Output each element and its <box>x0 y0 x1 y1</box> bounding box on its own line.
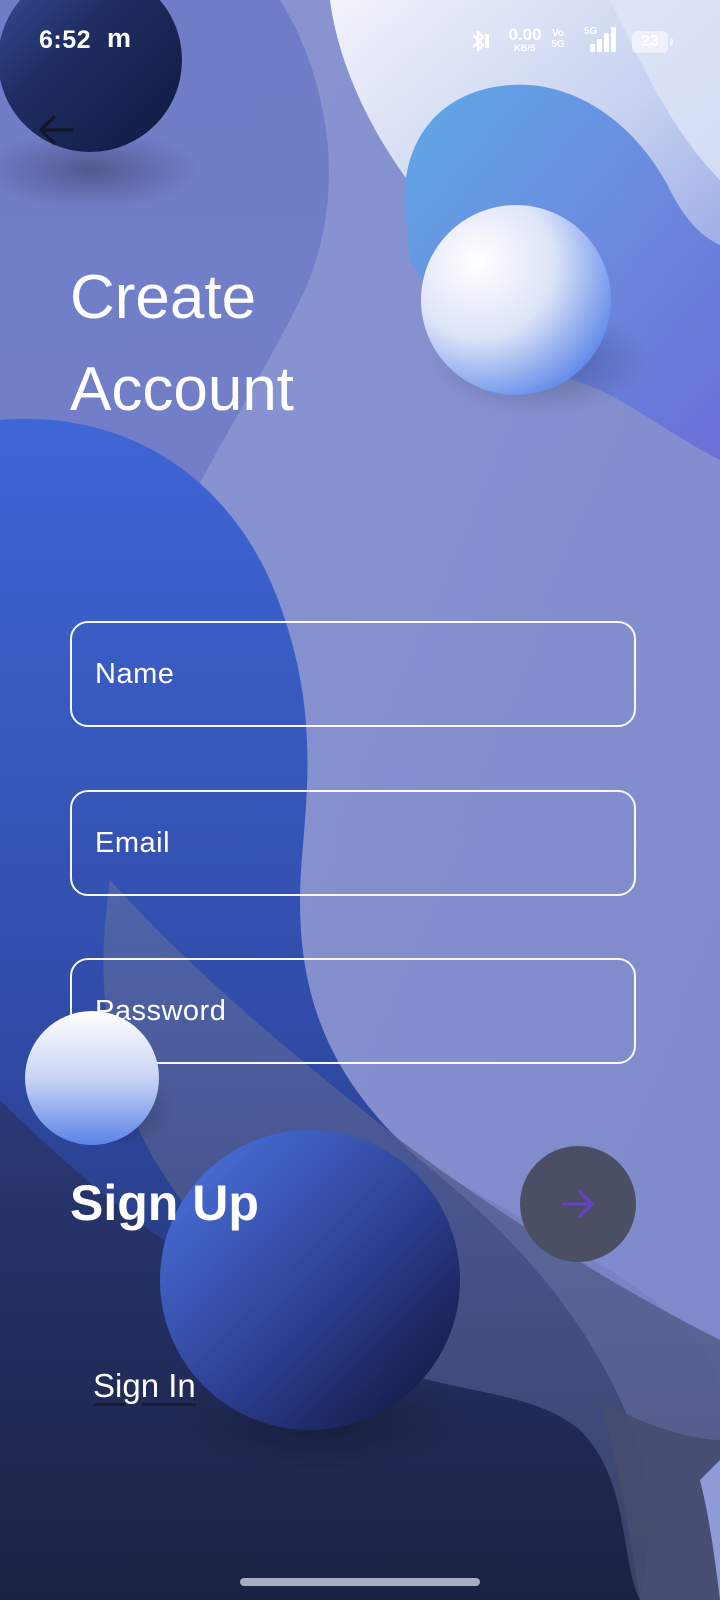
network-speed: 0.00 KB/S <box>504 26 546 53</box>
network-speed-value: 0.00 <box>508 25 542 44</box>
name-field[interactable] <box>70 621 636 727</box>
page-title-line2: Account <box>70 355 295 424</box>
home-indicator[interactable] <box>240 1578 480 1586</box>
battery-icon: 23 <box>632 31 673 53</box>
battery-cap <box>670 38 673 46</box>
volte-indicator: Vo 5G <box>551 28 565 50</box>
signal-icon <box>590 27 616 52</box>
signup-submit-button[interactable] <box>520 1146 636 1262</box>
bluetooth-icon <box>472 30 489 52</box>
page-title: Create Account <box>70 252 410 436</box>
status-bar: 6:52 m 0.00 KB/S Vo 5G 5G 23 <box>0 0 720 84</box>
volte-top: Vo <box>551 28 565 39</box>
arrow-right-icon <box>562 1190 594 1218</box>
status-time: 6:52 <box>39 26 92 54</box>
page-title-line1: Create <box>70 263 257 332</box>
email-input[interactable] <box>72 792 634 894</box>
name-input[interactable] <box>72 623 634 725</box>
notification-app-icon: m <box>107 23 132 53</box>
email-field[interactable] <box>70 790 636 896</box>
battery-level: 23 <box>641 33 659 50</box>
network-speed-unit: KB/S <box>514 43 536 53</box>
password-input[interactable] <box>72 960 634 1062</box>
arrow-left-icon <box>39 115 74 145</box>
create-account-screen: 6:52 m 0.00 KB/S Vo 5G 5G 23 Create Acco… <box>0 0 720 1600</box>
signup-title: Sign Up <box>70 1175 259 1231</box>
back-button[interactable] <box>30 104 82 156</box>
signin-link[interactable]: Sign In <box>93 1367 196 1405</box>
password-field[interactable] <box>70 958 636 1064</box>
volte-bottom: 5G <box>551 39 565 50</box>
